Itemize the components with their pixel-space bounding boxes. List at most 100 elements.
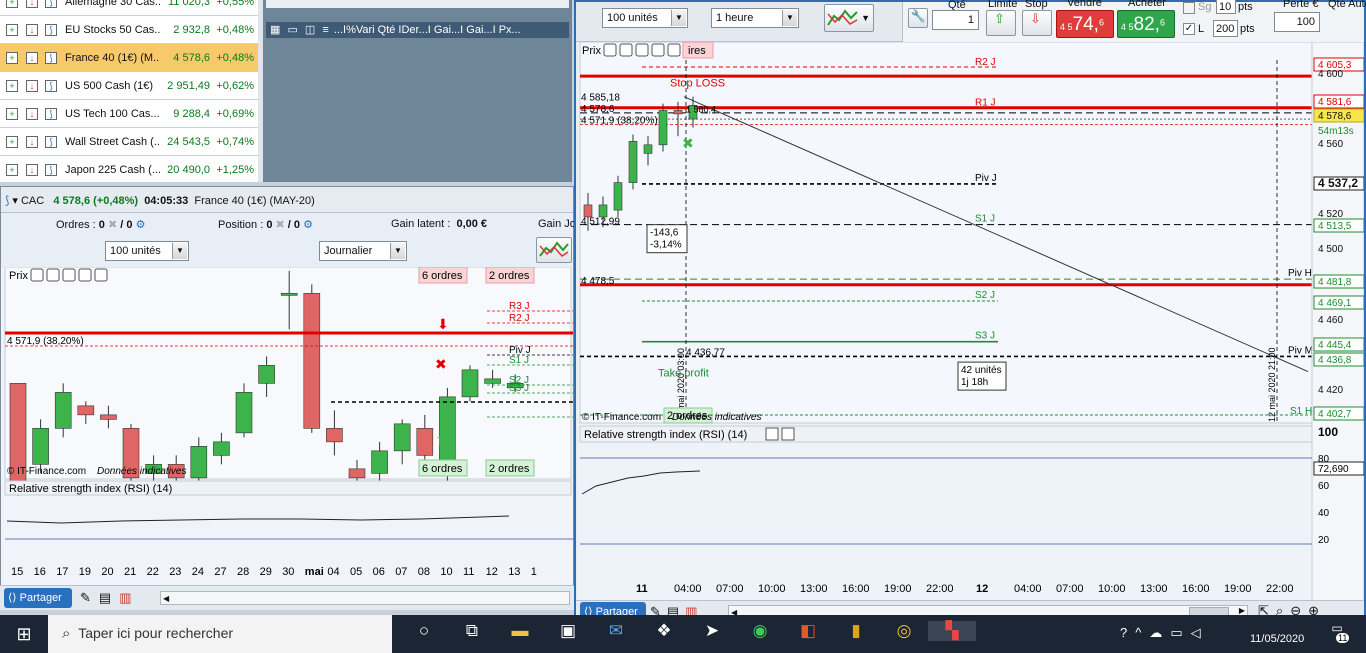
alert-checkbox[interactable]: +: [6, 136, 18, 148]
chart-checkbox[interactable]: ⟆: [45, 52, 57, 64]
watchlist-row[interactable]: + ↓ ⟆ EU Stocks 50 Cas... 2 932,8 +0,48%: [0, 16, 258, 44]
alert-checkbox[interactable]: +: [6, 52, 18, 64]
gear-icon[interactable]: ⚙: [303, 219, 313, 231]
chrome-icon[interactable]: ◎: [880, 621, 928, 641]
hourly-chart[interactable]: Prix ires R2 J R1 J Piv J S1 J Piv H S2 J S3 J Pi…: [578, 42, 1364, 602]
candle: [484, 378, 501, 384]
store-icon[interactable]: ▣: [544, 621, 592, 641]
instrument-change: +0,74%: [216, 136, 254, 148]
chart-checkbox[interactable]: ⟆: [45, 136, 57, 148]
positions-header[interactable]: ▦ ▭ ◫ ≡ ...I%Vari Qté IDer...I Gai...I G…: [266, 22, 569, 38]
order-checkbox[interactable]: ↓: [26, 108, 38, 120]
watchlist-row[interactable]: + ↓ ⟆ Japon 225 Cash (... 20 490,0 +1,25%: [0, 156, 258, 182]
close-icon[interactable]: ✖: [108, 219, 117, 231]
scroll-right-icon[interactable]: ▶: [1239, 606, 1245, 615]
watchlist-row[interactable]: + ↓ ⟆ Wall Street Cash (... 24 543,5 +0,74%: [0, 128, 258, 156]
daily-chart[interactable]: Prix 6 ordres 2 ordres 4 571,9 (38,20%) R3 J…: [1, 267, 573, 597]
list-icon[interactable]: ▤: [99, 590, 119, 605]
equalizer-icon[interactable]: ▮: [832, 621, 880, 641]
l-input[interactable]: 200: [1213, 20, 1238, 37]
network-icon[interactable]: ▭: [1170, 625, 1190, 640]
indicator-icon[interactable]: ▥: [119, 590, 139, 605]
scroll-left-icon[interactable]: ◀: [161, 594, 169, 603]
qte-input[interactable]: 1: [932, 10, 979, 30]
axis-label: 4 600: [1318, 69, 1343, 80]
notification-count: 11: [1336, 633, 1350, 643]
perte-input[interactable]: 100: [1274, 12, 1320, 32]
sg-checkbox[interactable]: [1183, 2, 1195, 14]
alert-checkbox[interactable]: +: [6, 108, 18, 120]
gear-icon[interactable]: ⚙: [136, 219, 146, 231]
task-view-icon[interactable]: ⧉: [448, 621, 496, 641]
office-icon[interactable]: ◧: [784, 621, 832, 641]
hourly-quantity-select[interactable]: 100 unités ▼: [602, 8, 688, 28]
buy-button[interactable]: 4 582,6: [1117, 10, 1175, 38]
chart-checkbox[interactable]: ⟆: [45, 164, 57, 176]
hourly-period-select[interactable]: 1 heure ▼: [711, 8, 799, 28]
prorealtime-icon[interactable]: ▚: [928, 621, 976, 641]
order-checkbox[interactable]: ↓: [26, 24, 38, 36]
period-select[interactable]: Journalier ▼: [319, 241, 407, 261]
taskbar-apps: ○ ⧉ ▬ ▣ ✉ ❖ ➤ ◉ ◧ ▮ ◎ ▚: [400, 621, 976, 641]
candle: [100, 414, 117, 420]
chevron-up-icon[interactable]: ^: [1135, 625, 1149, 640]
chart-checkbox[interactable]: ⟆: [45, 108, 57, 120]
watchlist-row[interactable]: + ↓ ⟆ US Tech 100 Cas... 9 288,4 +0,69%: [0, 100, 258, 128]
date-label: 12: [486, 566, 498, 578]
chart-type-button[interactable]: [536, 237, 572, 263]
l-checkbox[interactable]: ✓: [1183, 23, 1195, 35]
quantity-select[interactable]: 100 unités ▼: [105, 241, 189, 261]
alert-checkbox[interactable]: +: [6, 80, 18, 92]
chart-checkbox[interactable]: ⟆: [45, 80, 57, 92]
watchlist-row[interactable]: + ↓ ⟆ Allemagne 30 Cas... 11 020,3 +0,55%: [0, 0, 258, 16]
watchlist-row[interactable]: + ↓ ⟆ France 40 (1€) (M... 4 578,6 +0,48%: [0, 44, 258, 72]
candle: [598, 204, 608, 218]
order-checkbox[interactable]: ↓: [26, 80, 38, 92]
alert-checkbox[interactable]: +: [6, 164, 18, 176]
drawing-tools[interactable]: ✎▤▥: [80, 590, 140, 606]
clock-date[interactable]: 11/05/2020: [1250, 633, 1304, 645]
dropdown-arrow-icon[interactable]: ▾: [12, 195, 18, 207]
arrow-app-icon[interactable]: ➤: [688, 621, 736, 641]
share-button[interactable]: ⟨⟩ Partager: [4, 588, 72, 608]
hourly-chart-type-button[interactable]: ▼: [824, 4, 874, 32]
cac-quote: 4 578,6 (+0,48%): [53, 195, 139, 207]
stop-order-button[interactable]: ⇩: [1022, 10, 1052, 36]
start-button[interactable]: ⊞: [0, 615, 48, 653]
volume-icon[interactable]: ◁: [1191, 625, 1209, 640]
order-checkbox[interactable]: ↓: [26, 164, 38, 176]
candle: [326, 428, 343, 443]
search-box[interactable]: ⌕ Taper ici pour rechercher: [48, 615, 392, 653]
pivot-r3-label: R3 J: [509, 301, 530, 312]
order-checkbox[interactable]: ↓: [26, 52, 38, 64]
position-info: Position : 0 ✖ / 0 ⚙: [218, 219, 313, 231]
mail-icon[interactable]: ✉: [592, 621, 640, 641]
chart-checkbox[interactable]: ⟆: [45, 0, 57, 8]
order-checkbox[interactable]: ↓: [26, 0, 38, 8]
alert-checkbox[interactable]: +: [6, 0, 18, 8]
pen-icon[interactable]: ✎: [80, 590, 99, 605]
sell-button[interactable]: 4 574,6: [1056, 10, 1114, 38]
limit-order-button[interactable]: ⇧: [986, 10, 1016, 36]
daily-scrollbar[interactable]: ◀: [160, 591, 570, 605]
cross-icon: ✖: [682, 135, 694, 151]
ticker[interactable]: CAC: [21, 195, 44, 207]
rsi-axis-label: 72,690: [1318, 464, 1349, 475]
alert-checkbox[interactable]: +: [6, 24, 18, 36]
dropbox-icon[interactable]: ❖: [640, 621, 688, 641]
sg-input[interactable]: 10: [1216, 0, 1236, 14]
chart-checkbox[interactable]: ⟆: [45, 24, 57, 36]
watchlist-row[interactable]: + ↓ ⟆ US 500 Cash (1€) 2 951,49 +0,62%: [0, 72, 258, 100]
help-icon[interactable]: ?: [1120, 625, 1135, 640]
candle: [54, 392, 72, 429]
cortana-icon[interactable]: ○: [400, 621, 448, 641]
cloud-icon[interactable]: ☁: [1149, 625, 1170, 640]
notification-button[interactable]: ▭ 11: [1320, 621, 1354, 647]
explorer-icon[interactable]: ▬: [496, 621, 544, 641]
wrench-icon: 🔧: [910, 9, 926, 23]
chart-icon[interactable]: ⟆: [5, 195, 9, 207]
order-checkbox[interactable]: ↓: [26, 136, 38, 148]
wrench-button[interactable]: 🔧: [908, 8, 928, 28]
close-icon[interactable]: ✖: [276, 219, 285, 231]
whatsapp-icon[interactable]: ◉: [736, 621, 784, 641]
